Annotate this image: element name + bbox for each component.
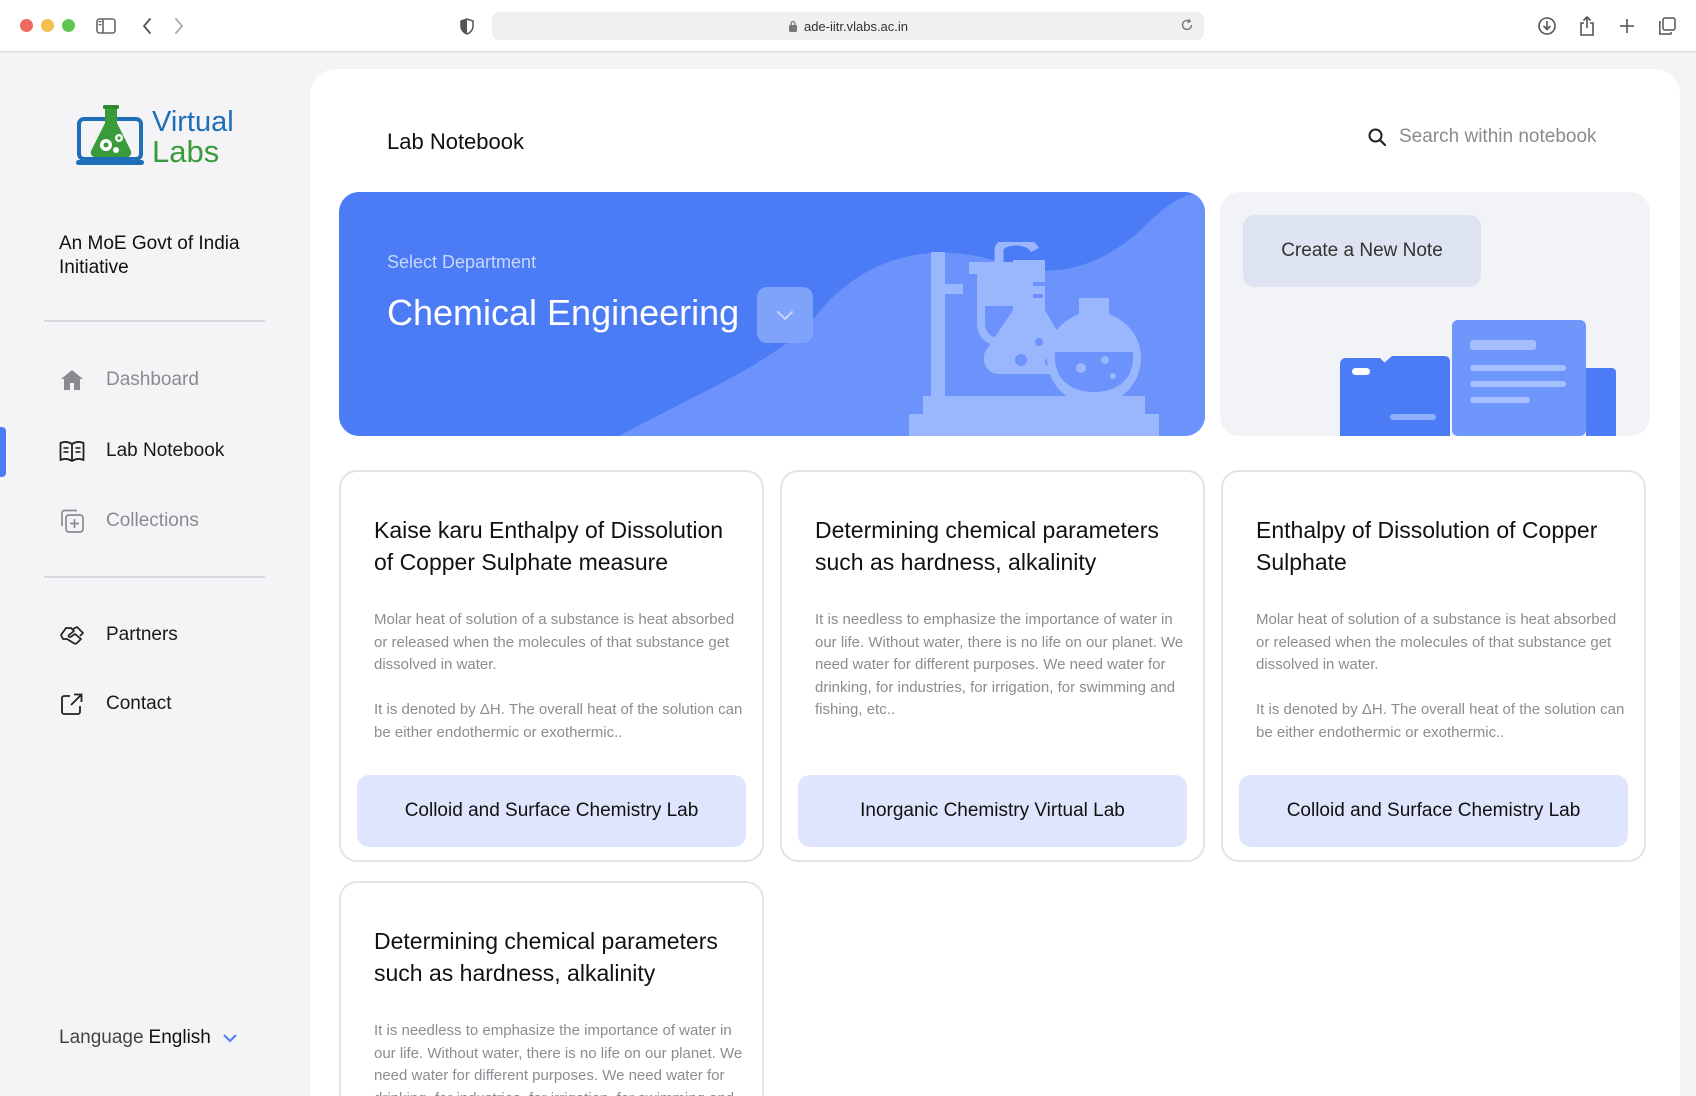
sidebar-divider: [44, 320, 265, 322]
page: Virtual Labs An MoE Govt of India Initia…: [0, 53, 1696, 1096]
notebook-search[interactable]: Search within notebook: [1367, 126, 1597, 148]
folder-document-illustration: [1340, 320, 1616, 436]
home-icon: [58, 366, 86, 394]
nav-dashboard-label: Dashboard: [106, 369, 199, 390]
logo-line-1: Virtual: [152, 106, 234, 138]
lab-equipment-illustration: [909, 242, 1159, 436]
notebook-icon: [58, 437, 86, 465]
note-card[interactable]: Determining chemical parameters such as …: [339, 881, 764, 1096]
nav-dashboard[interactable]: Dashboard: [58, 366, 199, 394]
create-note-button[interactable]: Create a New Note: [1243, 215, 1481, 287]
virtual-labs-logo-icon: [76, 105, 144, 165]
nav-contact[interactable]: Contact: [58, 690, 171, 718]
sidebar-toggle-icon[interactable]: [94, 14, 118, 38]
back-icon[interactable]: [135, 14, 159, 38]
department-select-label: Select Department: [387, 252, 537, 272]
note-card[interactable]: Enthalpy of Dissolution of Copper Sulpha…: [1221, 470, 1646, 862]
note-title: Enthalpy of Dissolution of Copper Sulpha…: [1256, 517, 1598, 575]
logo-wordmark: Virtual Labs: [152, 107, 234, 167]
external-link-icon: [58, 690, 86, 718]
partners-icon: [58, 621, 86, 649]
privacy-shield-icon[interactable]: [455, 14, 479, 38]
note-description: It is needless to emphasize the importan…: [374, 1022, 743, 1096]
note-card[interactable]: Kaise karu Enthalpy of Dissolution of Co…: [339, 470, 764, 862]
nav-lab-notebook-label: Lab Notebook: [106, 440, 225, 461]
search-placeholder: Search within notebook: [1399, 126, 1597, 147]
window-controls: [20, 19, 75, 32]
search-icon: [1368, 128, 1387, 147]
note-description: It is needless to emphasize the importan…: [815, 611, 1184, 718]
nav-partners-label: Partners: [106, 624, 178, 645]
nav-collections-label: Collections: [106, 510, 199, 531]
department-dropdown-button[interactable]: [757, 287, 813, 343]
tagline: An MoE Govt of India Initiative: [59, 233, 240, 278]
note-title: Determining chemical parameters such as …: [374, 928, 718, 986]
department-name[interactable]: Chemical Engineering: [387, 292, 739, 334]
note-title: Kaise karu Enthalpy of Dissolution of Co…: [374, 517, 724, 575]
note-description: Molar heat of solution of a substance is…: [1256, 611, 1625, 741]
main-panel: Lab Notebook Search within notebook Sele…: [310, 69, 1680, 1096]
active-nav-indicator: [0, 427, 6, 477]
browser-toolbar: ade-iitr.vlabs.ac.in: [0, 0, 1696, 52]
note-card[interactable]: Determining chemical parameters such as …: [780, 470, 1205, 862]
note-lab-tag[interactable]: Colloid and Surface Chemistry Lab: [1239, 775, 1628, 847]
logo-line-2: Labs: [152, 134, 220, 169]
zoom-window-button[interactable]: [62, 19, 75, 32]
lock-icon: [788, 20, 797, 32]
share-icon[interactable]: [1575, 14, 1599, 38]
reload-icon[interactable]: [1180, 18, 1194, 32]
note-lab-tag[interactable]: Inorganic Chemistry Virtual Lab: [798, 775, 1187, 847]
sidebar-divider: [44, 576, 265, 578]
tab-overview-icon[interactable]: [1655, 14, 1679, 38]
chevron-down-icon: [223, 1034, 237, 1042]
note-description: Molar heat of solution of a substance is…: [374, 611, 743, 741]
virtual-labs-logo[interactable]: Virtual Labs: [76, 105, 234, 169]
create-note-card: Create a New Note: [1220, 192, 1650, 436]
url-text: ade-iitr.vlabs.ac.in: [803, 18, 909, 34]
language-label: Language: [59, 1027, 144, 1048]
nav-contact-label: Contact: [106, 693, 172, 714]
minimize-window-button[interactable]: [41, 19, 54, 32]
nav-lab-notebook[interactable]: Lab Notebook: [58, 437, 224, 465]
page-title: Lab Notebook: [387, 129, 524, 154]
nav-collections[interactable]: Collections: [58, 507, 199, 535]
language-selector[interactable]: Language English: [59, 1027, 237, 1049]
nav-partners[interactable]: Partners: [58, 621, 178, 649]
note-lab-tag[interactable]: Colloid and Surface Chemistry Lab: [357, 775, 746, 847]
sidebar: Virtual Labs An MoE Govt of India Initia…: [0, 53, 310, 1096]
new-tab-icon[interactable]: [1615, 14, 1639, 38]
language-value: English: [148, 1027, 211, 1048]
address-bar[interactable]: ade-iitr.vlabs.ac.in: [492, 12, 1204, 40]
note-title: Determining chemical parameters such as …: [815, 517, 1159, 575]
collections-icon: [58, 507, 86, 535]
department-banner: Select Department Chemical Engineering: [339, 192, 1205, 436]
chevron-down-icon: [777, 310, 793, 320]
forward-icon[interactable]: [167, 14, 191, 38]
downloads-icon[interactable]: [1535, 14, 1559, 38]
close-window-button[interactable]: [20, 19, 33, 32]
